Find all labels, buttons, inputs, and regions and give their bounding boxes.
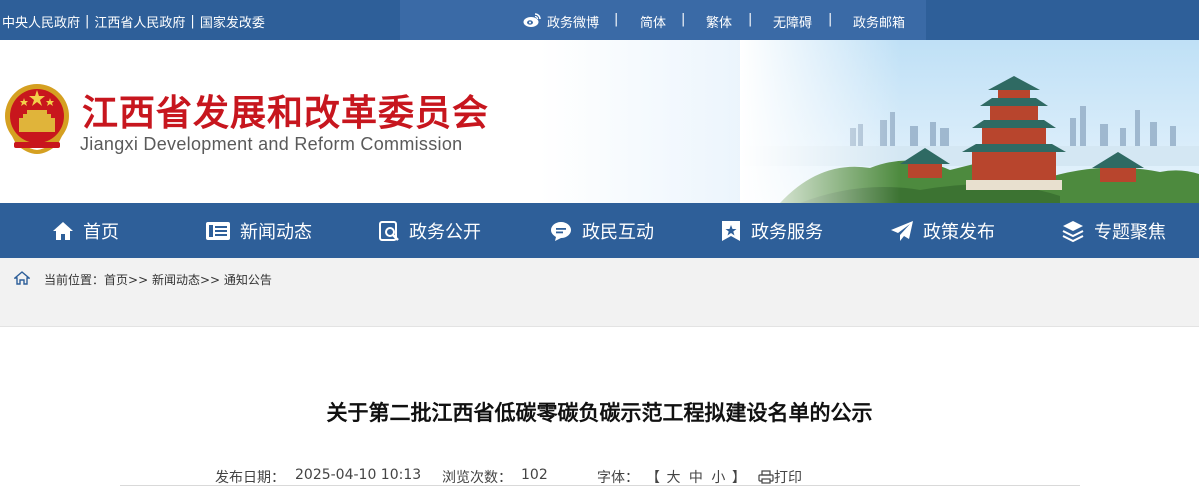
separator: | [748,12,753,27]
breadcrumb-news[interactable]: 新闻动态 [152,273,200,287]
bracket-close: 】 [731,470,746,486]
mailbox-link[interactable]: 政务邮箱 [853,12,905,31]
nav-news[interactable]: 新闻动态 [205,203,312,258]
publish-date: 2025-04-10 10:13 [295,467,422,483]
tengwang-pavilion-scenery-image [740,40,1199,203]
nav-topics[interactable]: 专题聚焦 [1061,203,1166,258]
views-label: 浏览次数： [442,470,512,486]
nav-label: 政务公开 [409,221,481,243]
site-banner: 江西省发展和改革委员会 Jiangxi Development and Refo… [0,40,1199,203]
national-emblem-icon [5,84,69,154]
printer-icon [758,470,774,484]
separator: | [681,12,686,27]
nav-label: 首页 [83,221,119,243]
link-central-gov[interactable]: 中央人民政府 [2,12,80,31]
nav-service[interactable]: 政务服务 [720,203,823,258]
breadcrumb-sep: >> [128,273,149,287]
breadcrumb-home[interactable]: 首页 [104,273,128,287]
main-nav: 首页 新闻动态 政务公开 政民互动 政务服务 政策发布 专题聚焦 [0,203,1199,258]
separator: | [85,14,90,29]
print-label: 打印 [774,470,802,486]
top-utility-links: 政务微博 | 简体 | 繁体 | 无障碍 | 政务邮箱 [400,0,926,40]
nav-interaction[interactable]: 政民互动 [549,203,654,258]
traditional-link[interactable]: 繁体 [706,12,732,31]
news-icon [206,221,230,240]
accessibility-link[interactable]: 无障碍 [773,12,812,31]
font-size-label: 字体： [597,470,639,486]
nav-label: 政民互动 [582,221,654,243]
chat-icon [551,221,571,241]
service-icon [722,220,740,241]
font-large-button[interactable]: 大 [666,470,680,486]
nav-open-gov[interactable]: 政务公开 [378,203,481,258]
font-size-switcher: 【 大 中 小 】 [646,467,746,487]
breadcrumb-prefix: 当前位置： [44,273,105,287]
layers-icon [1062,220,1084,242]
nav-home[interactable]: 首页 [52,203,119,258]
nav-label: 政策发布 [923,221,995,243]
font-small-button[interactable]: 小 [711,470,725,486]
home-icon [53,221,73,240]
divider [120,485,1080,486]
open-gov-icon [379,220,399,241]
link-ndrc[interactable]: 国家发改委 [200,12,265,31]
nav-label: 专题聚焦 [1094,221,1166,243]
separator: | [614,12,619,27]
breadcrumb-sep: >> [199,273,221,287]
separator: | [828,12,833,27]
separator: | [190,14,195,29]
top-bar: 中央人民政府 | 江西省人民政府 | 国家发改委 政务微博 | 简体 | 繁体 … [0,0,1199,40]
print-button[interactable]: 打印 [758,467,802,487]
site-title-en: Jiangxi Development and Reform Commissio… [80,134,463,154]
article-title: 关于第二批江西省低碳零碳负碳示范工程拟建设名单的公示 [326,401,873,425]
weibo-icon [523,13,541,27]
font-medium-button[interactable]: 中 [689,470,703,486]
nav-policy[interactable]: 政策发布 [890,203,995,258]
breadcrumb-trail: 当前位置：首页>> 新闻动态>> 通知公告 [44,271,272,288]
nav-label: 新闻动态 [240,221,312,243]
breadcrumb: 当前位置：首页>> 新闻动态>> 通知公告 [0,258,1199,298]
weibo-link[interactable]: 政务微博 [547,12,599,31]
date-label: 发布日期： [215,470,285,486]
simplified-link[interactable]: 简体 [640,12,666,31]
link-jiangxi-gov[interactable]: 江西省人民政府 [94,12,185,31]
site-title-cn: 江西省发展和改革委员会 [82,93,490,134]
breadcrumb-notices[interactable]: 通知公告 [224,273,272,287]
nav-label: 政务服务 [751,221,823,243]
send-icon [891,220,913,241]
bracket-open: 【 [646,470,660,486]
home-icon [14,271,30,285]
article-panel: 关于第二批江西省低碳零碳负碳示范工程拟建设名单的公示 发布日期： 2025-04… [0,326,1199,496]
view-count: 102 [521,467,548,483]
top-links: 中央人民政府 | 江西省人民政府 | 国家发改委 [2,12,265,31]
